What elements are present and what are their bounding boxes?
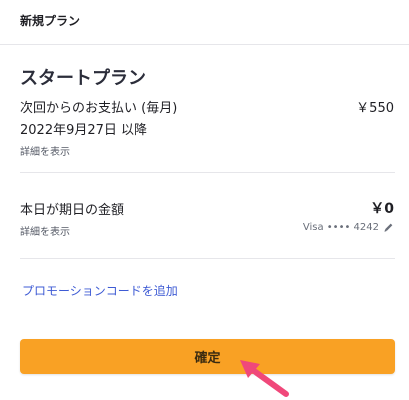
header-divider bbox=[0, 44, 409, 45]
section-divider bbox=[20, 172, 395, 173]
header-title: 新規プラン bbox=[20, 14, 81, 28]
pencil-icon[interactable] bbox=[383, 222, 394, 233]
due-today-label: 本日が期日の金額 bbox=[20, 203, 125, 218]
billing-period-label: 次回からのお支払い (毎月) bbox=[20, 101, 178, 116]
plan-price: ￥550 bbox=[356, 101, 394, 116]
add-promo-code-link[interactable]: プロモーションコードを追加 bbox=[22, 282, 178, 299]
confirm-button-label: 確定 bbox=[194, 351, 221, 366]
due-today-amount: ￥0 bbox=[370, 201, 394, 217]
due-today-details-link[interactable]: 詳細を表示 bbox=[20, 223, 70, 238]
section-divider-2 bbox=[20, 258, 395, 259]
card-number: Visa •••• 4242 bbox=[302, 222, 379, 233]
billing-start-date: 2022年9月27日 以降 bbox=[20, 123, 148, 138]
confirm-button[interactable]: 確定 bbox=[20, 339, 395, 374]
plan-details-link[interactable]: 詳細を表示 bbox=[20, 143, 70, 158]
plan-name: スタートプラン bbox=[20, 68, 146, 89]
pointer-arrow-icon bbox=[240, 360, 289, 397]
payment-card-info[interactable]: Visa •••• 4242 bbox=[303, 222, 394, 233]
